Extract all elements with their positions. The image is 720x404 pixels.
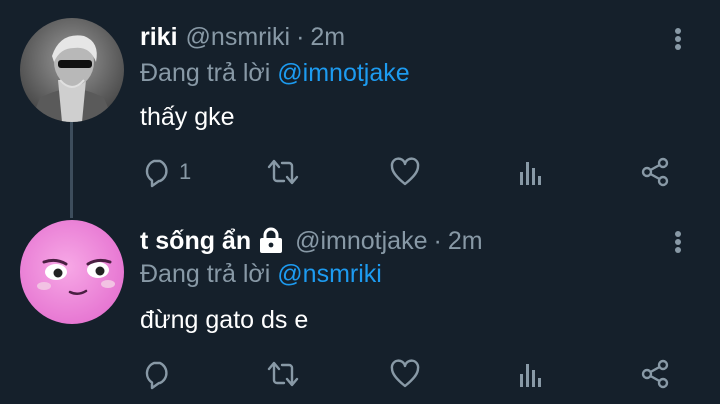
- share-button[interactable]: [639, 358, 671, 390]
- mention-link[interactable]: @imnotjake: [277, 59, 409, 87]
- retweet-button[interactable]: [266, 156, 300, 188]
- share-icon: [641, 157, 669, 187]
- user-handle[interactable]: @nsmriki: [186, 22, 291, 52]
- share-icon: [641, 359, 669, 389]
- user-handle[interactable]: @imnotjake: [295, 226, 427, 256]
- retweet-icon: [267, 361, 299, 387]
- analytics-button[interactable]: [516, 358, 546, 390]
- share-button[interactable]: [639, 156, 671, 188]
- analytics-button[interactable]: [516, 156, 546, 188]
- tweet-header: t sống ẩn @imnotjake · 2m: [140, 226, 483, 256]
- replying-to: Đang trả lời @imnotjake: [140, 58, 410, 88]
- reply-prefix: Đang trả lời: [140, 59, 271, 87]
- tweet-text: đừng gato ds e: [140, 306, 309, 334]
- tweet[interactable]: riki @nsmriki · 2m Đang trả lời @imnotja…: [0, 0, 720, 218]
- retweet-button[interactable]: [266, 358, 300, 390]
- timestamp[interactable]: 2m: [448, 226, 483, 256]
- tweet[interactable]: t sống ẩn @imnotjake · 2m Đang trả lời @…: [0, 202, 720, 404]
- heart-icon: [390, 157, 420, 186]
- more-options-icon[interactable]: [670, 227, 686, 257]
- pink-face-avatar-icon: [20, 220, 124, 324]
- reply-count: 1: [179, 159, 192, 184]
- display-name[interactable]: riki: [140, 22, 178, 52]
- analytics-icon: [520, 364, 541, 387]
- lock-icon: [257, 227, 285, 255]
- reply-icon: [145, 159, 168, 188]
- reply-button[interactable]: 1: [141, 156, 191, 188]
- timestamp[interactable]: 2m: [310, 22, 345, 52]
- retweet-icon: [267, 159, 299, 185]
- mention-link[interactable]: @nsmriki: [277, 260, 382, 288]
- separator-dot: ·: [296, 23, 305, 51]
- reply-icon: [145, 361, 168, 390]
- more-options-icon[interactable]: [670, 24, 686, 54]
- replying-to: Đang trả lời @nsmriki: [140, 259, 382, 289]
- tweet-header: riki @nsmriki · 2m: [140, 22, 345, 52]
- avatar[interactable]: [20, 18, 124, 122]
- separator-dot: ·: [433, 227, 442, 255]
- reply-prefix: Đang trả lời: [140, 260, 271, 288]
- avatar[interactable]: [20, 220, 124, 324]
- bw-photo-avatar-icon: [20, 18, 124, 122]
- reply-button[interactable]: [141, 358, 179, 390]
- tweet-text: thấy gke: [140, 103, 235, 131]
- display-name[interactable]: t sống ẩn: [140, 226, 251, 256]
- heart-icon: [390, 359, 420, 388]
- like-button[interactable]: [389, 156, 421, 188]
- like-button[interactable]: [389, 358, 421, 390]
- analytics-icon: [520, 162, 541, 185]
